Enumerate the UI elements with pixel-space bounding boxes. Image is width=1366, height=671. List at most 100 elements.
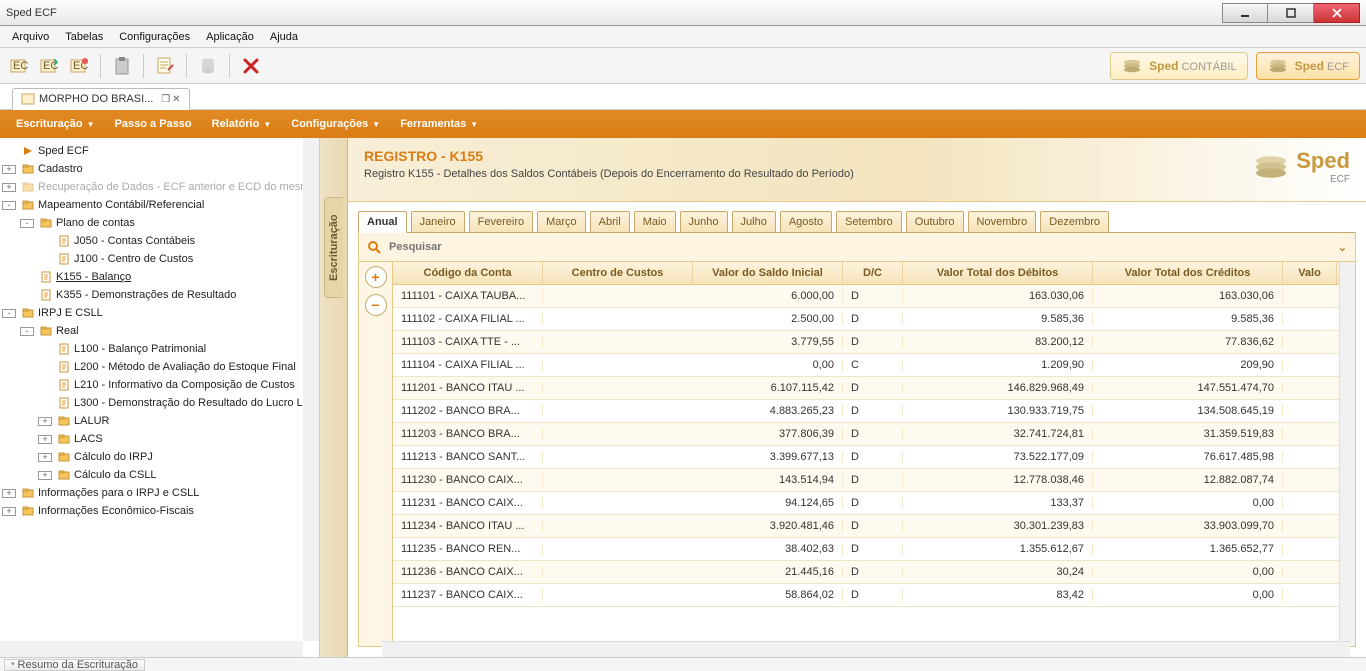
tree-expander-icon[interactable]: - <box>20 327 34 336</box>
module-menu-escrituração[interactable]: Escrituração▼ <box>6 114 105 134</box>
table-row[interactable]: 111235 - BANCO REN...38.402,63D1.355.612… <box>393 538 1339 561</box>
menu-ajuda[interactable]: Ajuda <box>262 28 306 46</box>
table-row[interactable]: 111104 - CAIXA FILIAL ...0,00C1.209,9020… <box>393 354 1339 377</box>
table-row[interactable]: 111234 - BANCO ITAU ...3.920.481,46D30.3… <box>393 515 1339 538</box>
table-row[interactable]: 111203 - BANCO BRA...377.806,39D32.741.7… <box>393 423 1339 446</box>
tree-expander-icon[interactable]: - <box>2 201 16 210</box>
tree-node[interactable]: L300 - Demonstração do Resultado do Lucr… <box>2 394 317 412</box>
status-summary-button[interactable]: Resumo da Escrituração <box>4 659 145 671</box>
module-menu-relatório[interactable]: Relatório▼ <box>202 114 282 134</box>
menu-tabelas[interactable]: Tabelas <box>57 28 111 46</box>
tree-expander-icon[interactable]: + <box>2 165 16 174</box>
tree-expander-icon[interactable]: - <box>2 309 16 318</box>
table-row[interactable]: 111213 - BANCO SANT...3.399.677,13D73.52… <box>393 446 1339 469</box>
sped-ecf-button[interactable]: Sped ECF <box>1256 52 1360 80</box>
tree-expander-icon[interactable]: + <box>2 507 16 516</box>
table-row[interactable]: 111201 - BANCO ITAU ...6.107.115,42D146.… <box>393 377 1339 400</box>
menu-aplicação[interactable]: Aplicação <box>198 28 262 46</box>
maximize-button[interactable] <box>1268 3 1314 23</box>
minimize-button[interactable] <box>1222 3 1268 23</box>
remove-row-button[interactable]: − <box>365 294 387 316</box>
tree-node[interactable]: +LACS <box>2 430 317 448</box>
ecf-export-icon[interactable]: ECF <box>66 53 92 79</box>
column-header[interactable]: Valor Total dos Créditos <box>1093 262 1283 284</box>
ecf-import-icon[interactable]: ECF <box>36 53 62 79</box>
sped-contabil-button[interactable]: Sped CONTÁBIL <box>1110 52 1247 80</box>
column-header[interactable]: Centro de Custos <box>543 262 693 284</box>
tree-expander-icon[interactable]: - <box>20 219 34 228</box>
menu-configurações[interactable]: Configurações <box>111 28 198 46</box>
tree-node[interactable]: -Real <box>2 322 317 340</box>
clipboard-icon[interactable] <box>109 53 135 79</box>
tree-node[interactable]: +Cálculo da CSLL <box>2 466 317 484</box>
tree-expander-icon[interactable]: + <box>38 471 52 480</box>
tree-node[interactable]: +Recuperação de Dados - ECF anterior e E… <box>2 178 317 196</box>
doc-restore-icon[interactable]: ❐ <box>161 94 170 105</box>
period-tab-maio[interactable]: Maio <box>634 211 676 233</box>
tree-node[interactable]: K355 - Demonstrações de Resultado <box>2 286 317 304</box>
table-row[interactable]: 111202 - BANCO BRA...4.883.265,23D130.93… <box>393 400 1339 423</box>
tree-expander-icon[interactable]: + <box>2 183 16 192</box>
period-tab-setembro[interactable]: Setembro <box>836 211 902 233</box>
column-header[interactable]: Valor Total dos Débitos <box>903 262 1093 284</box>
column-header[interactable]: Valo <box>1283 262 1337 284</box>
ecf-new-icon[interactable]: ECF <box>6 53 32 79</box>
table-row[interactable]: 111102 - CAIXA FILIAL ...2.500,00D9.585,… <box>393 308 1339 331</box>
period-tab-agosto[interactable]: Agosto <box>780 211 832 233</box>
document-tab[interactable]: MORPHO DO BRASI... ❐ ✕ <box>12 88 190 110</box>
tree-node[interactable]: -Mapeamento Contábil/Referencial <box>2 196 317 214</box>
sidebar-hscrollbar[interactable] <box>0 641 303 657</box>
search-input[interactable] <box>389 241 1330 253</box>
tree-node[interactable]: +LALUR <box>2 412 317 430</box>
tree-node[interactable]: +Informações para o IRPJ e CSLL <box>2 484 317 502</box>
table-row[interactable]: 111230 - BANCO CAIX...143.514,94D12.778.… <box>393 469 1339 492</box>
notes-icon[interactable] <box>152 53 178 79</box>
period-tab-abril[interactable]: Abril <box>590 211 630 233</box>
tree-node[interactable]: L100 - Balanço Patrimonial <box>2 340 317 358</box>
tree-node[interactable]: J100 - Centro de Custos <box>2 250 317 268</box>
grid-vscrollbar[interactable] <box>1339 262 1355 646</box>
period-tab-janeiro[interactable]: Janeiro <box>411 211 465 233</box>
delete-icon[interactable] <box>238 53 264 79</box>
period-tab-novembro[interactable]: Novembro <box>968 211 1037 233</box>
column-header[interactable]: D/C <box>843 262 903 284</box>
close-button[interactable] <box>1314 3 1360 23</box>
tree-expander-icon[interactable]: + <box>38 453 52 462</box>
tree-node[interactable]: -Plano de contas <box>2 214 317 232</box>
tree-expander-icon[interactable]: + <box>2 489 16 498</box>
column-header[interactable]: Valor do Saldo Inicial <box>693 262 843 284</box>
column-header[interactable]: Código da Conta <box>393 262 543 284</box>
tree-node[interactable]: +Informações Econômico-Fiscais <box>2 502 317 520</box>
database-icon[interactable] <box>195 53 221 79</box>
tree-node[interactable]: L210 - Informativo da Composição de Cust… <box>2 376 317 394</box>
grid-hscrollbar[interactable] <box>382 641 1350 657</box>
period-tab-fevereiro[interactable]: Fevereiro <box>469 211 533 233</box>
module-menu-configurações[interactable]: Configurações▼ <box>281 114 390 134</box>
tree-expander-icon[interactable]: + <box>38 435 52 444</box>
period-tab-março[interactable]: Março <box>537 211 586 233</box>
table-row[interactable]: 111103 - CAIXA TTE - ...3.779,55D83.200,… <box>393 331 1339 354</box>
table-row[interactable]: 111236 - BANCO CAIX...21.445,16D30,240,0… <box>393 561 1339 584</box>
period-tab-dezembro[interactable]: Dezembro <box>1040 211 1109 233</box>
table-row[interactable]: 111231 - BANCO CAIX...94.124,65D133,370,… <box>393 492 1339 515</box>
expand-search-icon[interactable]: ⌄ <box>1338 241 1347 254</box>
table-row[interactable]: 111101 - CAIXA TAUBA...6.000,00D163.030,… <box>393 285 1339 308</box>
tree-node[interactable]: Sped ECF <box>2 142 317 160</box>
period-tab-anual[interactable]: Anual <box>358 211 407 233</box>
period-tab-junho[interactable]: Junho <box>680 211 728 233</box>
table-row[interactable]: 111237 - BANCO CAIX...58.864,02D83,420,0… <box>393 584 1339 607</box>
tree-node[interactable]: L200 - Método de Avaliação do Estoque Fi… <box>2 358 317 376</box>
add-row-button[interactable]: + <box>365 266 387 288</box>
escrituracao-vtab[interactable]: Escrituração <box>324 197 343 298</box>
tree-node[interactable]: -IRPJ E CSLL <box>2 304 317 322</box>
tree-expander-icon[interactable]: + <box>38 417 52 426</box>
tree-node[interactable]: +Cadastro <box>2 160 317 178</box>
period-tab-outubro[interactable]: Outubro <box>906 211 964 233</box>
tree-node[interactable]: +Cálculo do IRPJ <box>2 448 317 466</box>
tree-node[interactable]: K155 - Balanço <box>2 268 317 286</box>
doc-close-icon[interactable]: ✕ <box>172 94 180 105</box>
module-menu-ferramentas[interactable]: Ferramentas▼ <box>390 114 488 134</box>
tree-node[interactable]: J050 - Contas Contábeis <box>2 232 317 250</box>
module-menu-passo-a-passo[interactable]: Passo a Passo <box>105 114 202 134</box>
period-tab-julho[interactable]: Julho <box>732 211 776 233</box>
